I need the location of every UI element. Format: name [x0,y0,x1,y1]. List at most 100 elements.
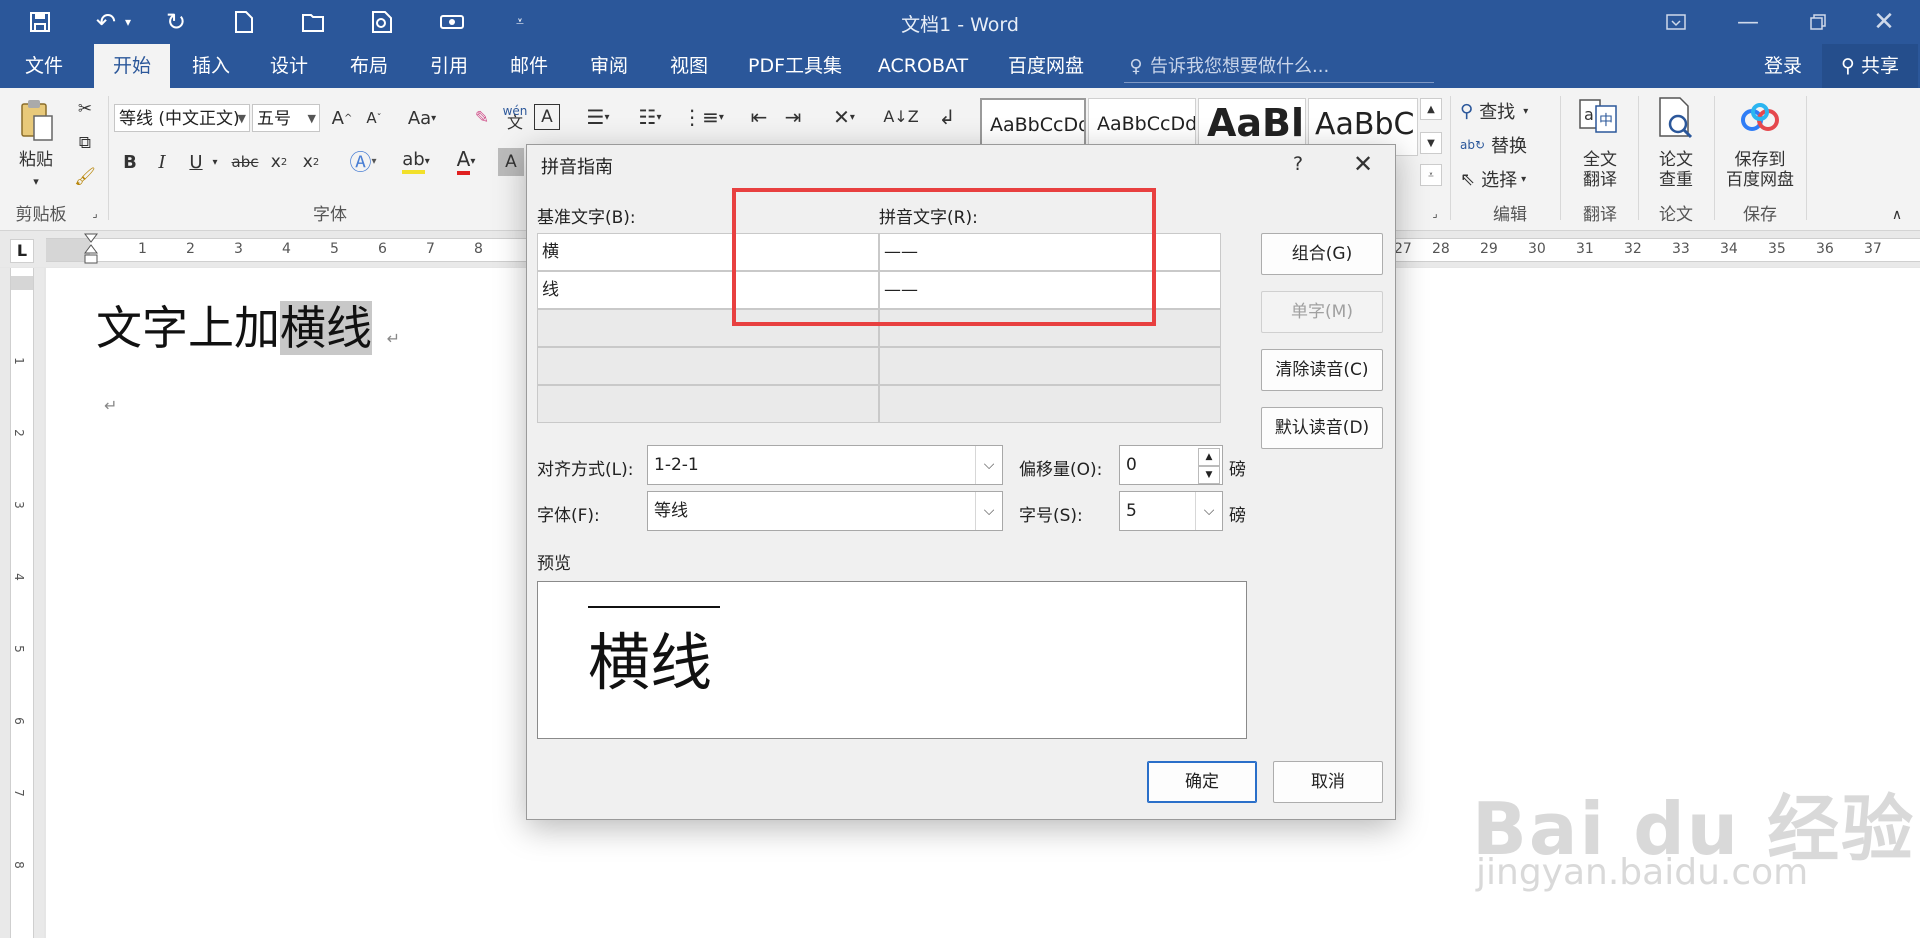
paste-dropdown-icon[interactable]: ▾ [26,172,46,192]
tab-references[interactable]: 引用 [416,44,482,88]
tab-pdf-tools[interactable]: PDF工具集 [740,44,850,88]
share-button[interactable]: ⚲ 共享 [1822,44,1918,88]
clear-format-icon[interactable]: ✎ [468,104,496,132]
highlight-icon[interactable]: ab ▾ [396,146,436,176]
tell-me-search[interactable]: ♀ 告诉我您想要做什么... [1124,52,1434,83]
superscript-icon[interactable]: x2 [298,148,324,176]
spin-down-icon[interactable]: ▼ [1198,466,1220,484]
tab-file[interactable]: 文件 [4,44,84,88]
paper-check-button[interactable]: 论文 查重 [1646,150,1706,190]
tab-layout[interactable]: 布局 [336,44,402,88]
bullets-icon[interactable]: ☰ ▾ [578,102,618,132]
show-marks-icon[interactable]: ↲ [932,102,962,132]
base-text-field-4[interactable] [537,347,879,385]
tab-acrobat[interactable]: ACROBAT [870,44,976,88]
highlight-annotation-box [732,188,1156,326]
character-shading-icon[interactable]: A [498,148,524,176]
minimize-icon[interactable]: — [1720,4,1776,40]
alignment-select[interactable]: 1-2-1 ⌵ [647,445,1003,485]
ok-button[interactable]: 确定 [1147,761,1257,803]
editing-group-label: 编辑 [1493,205,1527,225]
font-size-combo[interactable]: 五号 ▼ [252,104,320,132]
shrink-font-icon[interactable]: Aˇ [360,104,388,132]
tab-review[interactable]: 审阅 [576,44,642,88]
svg-text:a: a [1584,105,1594,124]
ruby-font-select[interactable]: 等线 ⌵ [647,491,1003,531]
close-icon[interactable]: ✕ [1345,149,1381,179]
strikethrough-icon[interactable]: abc [230,148,260,176]
spin-up-icon[interactable]: ▲ [1198,448,1220,466]
restore-icon[interactable] [1790,4,1846,40]
document-line-1[interactable]: 文字上加横线 ↵ [96,292,400,358]
login-link[interactable]: 登录 [1748,44,1818,88]
tab-design[interactable]: 设计 [256,44,322,88]
group-button[interactable]: 组合(G) [1261,233,1383,275]
cancel-button[interactable]: 取消 [1273,761,1383,803]
save-group-label: 保存 [1743,205,1777,225]
chevron-down-icon: ⌵ [1195,492,1222,530]
help-icon[interactable]: ? [1283,149,1313,179]
styles-scroll-down-icon[interactable]: ▼ [1420,132,1442,154]
ribbon-display-icon[interactable] [1648,4,1704,40]
increase-indent-icon[interactable]: ⇥ [778,102,808,132]
paper-check-icon[interactable] [1654,96,1698,140]
tab-mailings[interactable]: 邮件 [496,44,562,88]
chinese-layout-icon[interactable]: ✕ ▾ [822,102,866,132]
format-painter-icon[interactable]: 🖌 [72,164,98,190]
cut-icon[interactable]: ✂ [72,96,98,122]
change-case-button[interactable]: Aa ▾ [400,104,444,132]
multilevel-list-icon[interactable]: ⋮≡ ▾ [680,102,726,132]
tab-view[interactable]: 视图 [656,44,722,88]
text-effects-icon[interactable]: Ⓐ ▾ [346,146,380,176]
underline-dropdown-icon[interactable]: ▾ [208,148,222,176]
save-to-baidu-button[interactable]: 保存到 百度网盘 [1720,150,1800,190]
decrease-indent-icon[interactable]: ⇤ [744,102,774,132]
italic-icon[interactable]: I [150,148,174,176]
ruler-margin [11,276,33,290]
styles-launcher-icon[interactable]: ⌟ [1428,206,1442,220]
doc-text-selected: 横线 [280,301,372,355]
underline-icon[interactable]: U [184,148,208,176]
bold-icon[interactable]: B [118,148,142,176]
tab-insert[interactable]: 插入 [178,44,244,88]
vertical-ruler[interactable]: 1 2 3 4 5 6 7 8 [0,268,44,938]
subscript-icon[interactable]: x2 [266,148,292,176]
clear-reading-button[interactable]: 清除读音(C) [1261,349,1383,391]
full-translate-button[interactable]: 全文 翻译 [1570,150,1630,190]
styles-more-icon[interactable]: ⩡ [1420,164,1442,186]
ruby-text-field-5[interactable] [879,385,1221,423]
baidu-cloud-icon[interactable] [1736,100,1784,140]
search-icon: ⚲ [1460,100,1474,122]
tab-baidu-pan[interactable]: 百度网盘 [996,44,1096,88]
offset-spinner[interactable]: 0 ▲ ▼ [1119,445,1223,485]
collapse-ribbon-icon[interactable]: ∧ [1886,206,1908,224]
translate-icon[interactable]: a中 [1578,96,1620,138]
select-button[interactable]: ⇖ 选择 ▾ [1460,166,1560,192]
tab-home[interactable]: 开始 [94,44,170,88]
tab-selector[interactable]: L [10,239,34,263]
sort-icon[interactable]: A↓Z [883,102,918,132]
styles-scroll-up-icon[interactable]: ▲ [1420,98,1442,120]
mono-button[interactable]: 单字(M) [1261,291,1383,333]
copy-icon[interactable]: ⧉ [72,130,98,156]
font-name-value: 等线 (中文正文) [119,109,240,129]
paste-icon[interactable] [16,98,56,142]
default-reading-button[interactable]: 默认读音(D) [1261,407,1383,449]
dialog-title: 拼音指南 [541,157,613,178]
paste-button[interactable]: 粘贴 [14,150,58,170]
preview-text: 横线 [588,626,713,699]
phonetic-guide-icon[interactable]: wén 文 [500,102,530,132]
grow-font-icon[interactable]: A ^ [328,104,356,132]
find-button[interactable]: ⚲ 查找 ▾ [1460,98,1560,124]
font-color-icon[interactable]: A ▾ [448,146,484,176]
character-border-icon[interactable]: A [534,104,560,130]
close-window-icon[interactable]: ✕ [1856,4,1912,40]
clipboard-launcher-icon[interactable]: ⌟ [88,206,102,220]
ruby-size-select[interactable]: 5 ⌵ [1119,491,1223,531]
indent-marker-icon[interactable] [84,233,98,267]
font-name-combo[interactable]: 等线 (中文正文) ▼ [114,104,250,132]
ruby-text-field-4[interactable] [879,347,1221,385]
numbering-icon[interactable]: ☷ ▾ [630,102,670,132]
base-text-field-5[interactable] [537,385,879,423]
replace-button[interactable]: ab↻ 替换 [1460,132,1560,158]
